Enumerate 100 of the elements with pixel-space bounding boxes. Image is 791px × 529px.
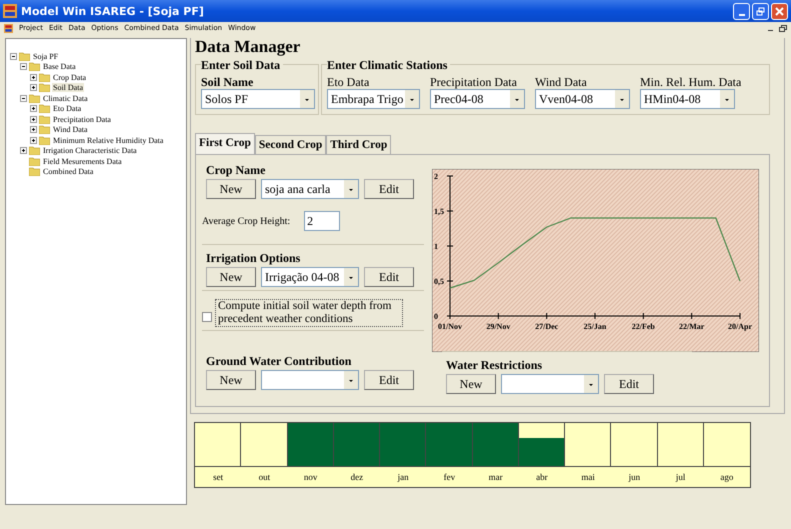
month-label: abr — [535, 471, 549, 484]
axis-label: 29/Nov — [486, 322, 510, 331]
tree-item[interactable]: Wind Data — [52, 125, 89, 134]
axis-label: 22/Mar — [679, 322, 704, 331]
station-dropdown[interactable]: Prec04-08 — [430, 89, 525, 109]
new-button[interactable]: New — [206, 370, 256, 390]
folder-icon — [39, 104, 50, 114]
tab[interactable]: Third Crop — [326, 135, 392, 154]
field-label: Min. Rel. Hum. Data — [640, 75, 742, 89]
edit-button[interactable]: Edit — [364, 267, 414, 287]
month-label: set — [212, 471, 224, 484]
axis-label: 01/Nov — [438, 322, 462, 331]
section-title: Ground Water Contribution — [206, 354, 352, 369]
irrigation-dropdown[interactable]: Irrigação 04-08 — [261, 267, 359, 287]
tree-item[interactable]: Minimum Relative Humidity Data — [52, 136, 164, 145]
axis-label: 25/Jan — [584, 322, 606, 331]
axis-label: 2 — [434, 172, 438, 181]
month-label: out — [258, 471, 272, 484]
collapse-icon[interactable] — [20, 94, 27, 102]
folder-icon — [39, 83, 50, 92]
station-dropdown[interactable]: Embrapa Trigo — [327, 89, 420, 109]
app-icon — [3, 4, 17, 18]
minimize-icon — [738, 14, 744, 16]
folder-icon — [29, 167, 40, 176]
expand-icon[interactable] — [30, 105, 37, 112]
close-button[interactable] — [771, 2, 788, 20]
new-button[interactable]: New — [206, 179, 256, 199]
axis-label: 22/Feb — [632, 322, 655, 331]
tree-item[interactable]: Field Mesurements Data — [42, 156, 123, 166]
crop-dropdown[interactable]: soja ana carla — [261, 179, 359, 199]
tree-item[interactable]: Crop Data — [52, 72, 88, 82]
month-label: mar — [488, 471, 504, 484]
minimize-button[interactable] — [733, 2, 750, 20]
restrictions-dropdown[interactable] — [501, 374, 599, 394]
axis-label: 1 — [434, 242, 438, 251]
tree-item[interactable]: Soil Data — [52, 83, 84, 92]
folder-icon — [39, 72, 50, 82]
new-button[interactable]: New — [206, 267, 256, 287]
month-label: jul — [674, 471, 686, 484]
tab[interactable]: Second Crop — [254, 135, 326, 154]
tree-item[interactable]: Irrigation Characteristic Data — [42, 146, 138, 156]
tree-item[interactable]: Climatic Data — [42, 94, 89, 103]
restore-button[interactable] — [752, 2, 769, 20]
group-title: Enter Soil Data — [201, 59, 284, 71]
station-dropdown[interactable]: Vven04-08 — [535, 89, 630, 109]
expand-icon[interactable] — [30, 74, 37, 81]
month-label: jan — [396, 471, 410, 484]
panel-heading: Data Manager — [195, 38, 302, 56]
expand-icon[interactable] — [20, 147, 27, 154]
checkbox-label: Compute initial soil water depth from precedent weather conditions — [215, 299, 403, 327]
collapse-icon[interactable] — [10, 52, 17, 60]
folder-icon — [29, 94, 40, 103]
section-title: Water Restrictions — [446, 358, 544, 373]
month-label: dez — [350, 471, 364, 484]
month-label: mai — [580, 471, 596, 484]
axis-label: 0 — [434, 312, 438, 321]
edit-button[interactable]: Edit — [364, 370, 414, 390]
station-dropdown[interactable]: HMin04-08 — [640, 89, 735, 109]
tree-item[interactable]: Base Data — [42, 62, 77, 72]
month-label: ago — [719, 471, 734, 484]
group-title: Enter Climatic Stations — [327, 59, 450, 71]
month-label: fev — [442, 471, 456, 484]
tree-item[interactable]: Eto Data — [52, 104, 82, 114]
field-label: Eto Data — [327, 75, 370, 89]
section-title: Crop Name — [206, 163, 266, 178]
axis-label: 0,5 — [434, 277, 444, 286]
axis-label: 1,5 — [434, 207, 444, 216]
tree-item[interactable]: Combined Data — [42, 167, 94, 176]
tree-item[interactable]: Precipitation Data — [52, 114, 112, 124]
folder-icon — [39, 114, 50, 124]
expand-icon[interactable] — [30, 116, 37, 123]
expand-icon[interactable] — [30, 84, 37, 92]
expand-icon[interactable] — [30, 126, 37, 134]
app-icon — [4, 24, 13, 32]
tab[interactable]: First Crop — [195, 133, 255, 154]
soil-dropdown[interactable]: Solos PF — [201, 89, 315, 109]
expand-icon[interactable] — [30, 136, 37, 144]
folder-icon — [29, 62, 40, 72]
close-icon — [775, 6, 784, 16]
field-label: Wind Data — [535, 75, 588, 89]
collapse-icon[interactable] — [20, 63, 27, 70]
axis-label: 27/Dec — [535, 322, 558, 331]
new-button[interactable]: New — [446, 374, 496, 394]
field-label: Precipitation Data — [430, 75, 518, 89]
window-title: Model Win ISAREG - [Soja PF] — [21, 4, 204, 18]
tree-item[interactable]: Soja PF — [32, 52, 60, 61]
folder-icon — [19, 52, 30, 61]
section-title: Irrigation Options — [206, 251, 302, 266]
height-field[interactable]: 2 — [304, 211, 340, 231]
checkbox[interactable] — [202, 312, 212, 322]
folder-icon — [29, 146, 40, 156]
folder-icon — [39, 125, 50, 134]
edit-button[interactable]: Edit — [604, 374, 654, 394]
ground-water-dropdown[interactable] — [261, 370, 359, 390]
restore-icon[interactable] — [779, 24, 787, 32]
axis-label: 20/Apr — [728, 322, 752, 331]
month-label: jun — [627, 471, 642, 484]
field-label: Soil Name — [201, 75, 254, 89]
field-label: Average Crop Height: — [202, 216, 290, 226]
edit-button[interactable]: Edit — [364, 179, 414, 199]
